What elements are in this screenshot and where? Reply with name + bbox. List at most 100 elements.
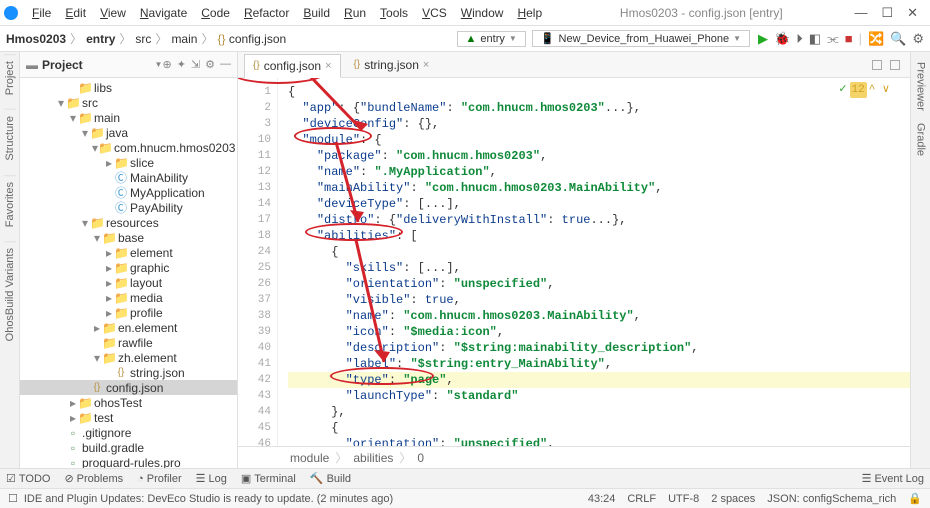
code-line[interactable]: "type": "page", [288, 372, 910, 388]
tree-item[interactable]: ▸📁test [20, 410, 237, 425]
editor-crumb[interactable]: module [290, 451, 329, 465]
tree-item[interactable]: ⒸMainAbility [20, 170, 237, 185]
code-line[interactable]: { [288, 84, 910, 100]
run-icon[interactable]: ▶ [758, 31, 768, 47]
menu-navigate[interactable]: Navigate [134, 4, 193, 22]
code-line[interactable]: "deviceConfig": {}, [288, 116, 910, 132]
code-line[interactable]: "abilities": [ [288, 228, 910, 244]
tree-item[interactable]: ▸📁media [20, 290, 237, 305]
maximize-icon[interactable]: ☐ [881, 5, 893, 21]
tree-item[interactable]: ▫build.gradle [20, 440, 237, 455]
tree-item[interactable]: ▸📁ohosTest [20, 395, 237, 410]
file-encoding[interactable]: UTF-8 [668, 493, 699, 505]
menu-view[interactable]: View [94, 4, 132, 22]
profile-icon[interactable]: ◧ [809, 31, 821, 47]
stop-icon[interactable]: ■ [845, 31, 853, 46]
breadcrumb-item[interactable]: Hmos0203 [6, 32, 66, 46]
code-line[interactable]: "package": "com.hnucm.hmos0203", [288, 148, 910, 164]
project-tree[interactable]: 📁libs▾📁src▾📁main▾📁java▾📁com.hnucm.hmos02… [20, 78, 237, 468]
code-line[interactable]: "mainAbility": "com.hnucm.hmos0203.MainA… [288, 180, 910, 196]
code-line[interactable]: "name": ".MyApplication", [288, 164, 910, 180]
menu-help[interactable]: Help [511, 4, 548, 22]
menu-build[interactable]: Build [297, 4, 336, 22]
code-area[interactable]: ✓ 12 ^ ∨ { "app": {"bundleName": "com.hn… [278, 78, 910, 446]
tree-item[interactable]: ▸📁graphic [20, 260, 237, 275]
code-line[interactable]: "launchType": "standard" [288, 388, 910, 404]
code-line[interactable]: "icon": "$media:icon", [288, 324, 910, 340]
tree-item[interactable]: ▾📁zh.element [20, 350, 237, 365]
settings-icon[interactable]: ⚙ [912, 31, 924, 47]
menu-run[interactable]: Run [338, 4, 372, 22]
menu-vcs[interactable]: VCS [416, 4, 453, 22]
lock-icon[interactable]: 🔒 [908, 492, 922, 505]
rightpanel-gradle[interactable]: Gradle [915, 117, 927, 162]
indent-setting[interactable]: 2 spaces [711, 493, 755, 505]
expand-icon[interactable]: ✦ [177, 58, 186, 71]
menu-tools[interactable]: Tools [374, 4, 414, 22]
code-line[interactable]: "orientation": "unspecified", [288, 436, 910, 446]
code-line[interactable]: "label": "$string:entry_MainAbility", [288, 356, 910, 372]
tree-item[interactable]: ▫proguard-rules.pro [20, 455, 237, 468]
json-schema[interactable]: JSON: configSchema_rich [767, 493, 896, 505]
editor-crumb[interactable]: 0 [417, 451, 424, 465]
toolwindow-profiler[interactable]: ◔ Profiler [137, 473, 182, 485]
breadcrumb-item[interactable]: main [171, 32, 197, 46]
tree-item[interactable]: ▾📁src [20, 95, 237, 110]
coverage-icon[interactable]: ⏵ [796, 31, 803, 47]
status-icon[interactable]: ☐ [8, 492, 18, 505]
code-line[interactable]: "name": "com.hnucm.hmos0203.MainAbility"… [288, 308, 910, 324]
editor-tab[interactable]: {} string.json × [345, 53, 439, 77]
code-line[interactable]: "module": { [288, 132, 910, 148]
view-icon-2[interactable] [890, 60, 900, 70]
attach-icon[interactable]: ⫘ [827, 31, 839, 47]
tree-item[interactable]: 📁rawfile [20, 335, 237, 350]
collapse-all-icon[interactable]: ⇲ [191, 58, 200, 71]
menu-refactor[interactable]: Refactor [238, 4, 295, 22]
tree-item[interactable]: ▸📁profile [20, 305, 237, 320]
hide-icon[interactable]: — [220, 58, 231, 71]
tree-item[interactable]: {}config.json [20, 380, 237, 395]
toolwindow-log[interactable]: ☰ Log [196, 472, 227, 485]
code-line[interactable]: "distro": {"deliveryWithInstall": true..… [288, 212, 910, 228]
code-line[interactable]: "app": {"bundleName": "com.hnucm.hmos020… [288, 100, 910, 116]
code-line[interactable]: "skills": [...], [288, 260, 910, 276]
tree-item[interactable]: ⒸPayAbility [20, 200, 237, 215]
vcs-icon[interactable]: 🔀 [868, 31, 884, 47]
code-line[interactable]: "description": "$string:mainability_desc… [288, 340, 910, 356]
tree-item[interactable]: ▸📁slice [20, 155, 237, 170]
leftpanel-favorites[interactable]: Favorites [4, 175, 16, 233]
toolwindow-build[interactable]: 🔨 Build [310, 472, 351, 485]
code-line[interactable]: "orientation": "unspecified", [288, 276, 910, 292]
minimize-icon[interactable]: — [854, 5, 867, 21]
event-log-button[interactable]: ☰ Event Log [862, 472, 924, 485]
collapse-icon[interactable]: ▬ [26, 58, 38, 72]
close-tab-icon[interactable]: × [423, 59, 429, 71]
close-icon[interactable]: ✕ [907, 5, 918, 21]
run-config-select[interactable]: ▲entry▼ [457, 31, 526, 47]
leftpanel-ohosbuild-variants[interactable]: OhosBuild Variants [4, 241, 16, 347]
menu-edit[interactable]: Edit [59, 4, 92, 22]
tree-item[interactable]: ▾📁java [20, 125, 237, 140]
tree-item[interactable]: ▾📁main [20, 110, 237, 125]
tree-item[interactable]: ▸📁element [20, 245, 237, 260]
menu-window[interactable]: Window [455, 4, 510, 22]
device-select[interactable]: 📱New_Device_from_Huawei_Phone▼ [532, 30, 750, 47]
tree-item[interactable]: ⒸMyApplication [20, 185, 237, 200]
code-line[interactable]: { [288, 420, 910, 436]
toolwindow-terminal[interactable]: ▣ Terminal [241, 472, 296, 485]
breadcrumb-item[interactable]: {} config.json [217, 32, 286, 46]
tree-item[interactable]: 📁libs [20, 80, 237, 95]
breadcrumb-item[interactable]: entry [86, 32, 115, 46]
view-icon-1[interactable] [872, 60, 882, 70]
editor-tab[interactable]: {} config.json × [244, 54, 341, 78]
tree-item[interactable]: ▾📁resources [20, 215, 237, 230]
toolwindow-problems[interactable]: ⊘ Problems [64, 472, 123, 485]
search-icon[interactable]: 🔍 [890, 31, 906, 47]
menu-file[interactable]: File [26, 4, 57, 22]
code-line[interactable]: "deviceType": [...], [288, 196, 910, 212]
line-separator[interactable]: CRLF [627, 493, 656, 505]
debug-icon[interactable]: 🐞 [774, 31, 790, 47]
tree-item[interactable]: ▸📁en.element [20, 320, 237, 335]
tree-item[interactable]: ▸📁layout [20, 275, 237, 290]
leftpanel-structure[interactable]: Structure [4, 109, 16, 167]
